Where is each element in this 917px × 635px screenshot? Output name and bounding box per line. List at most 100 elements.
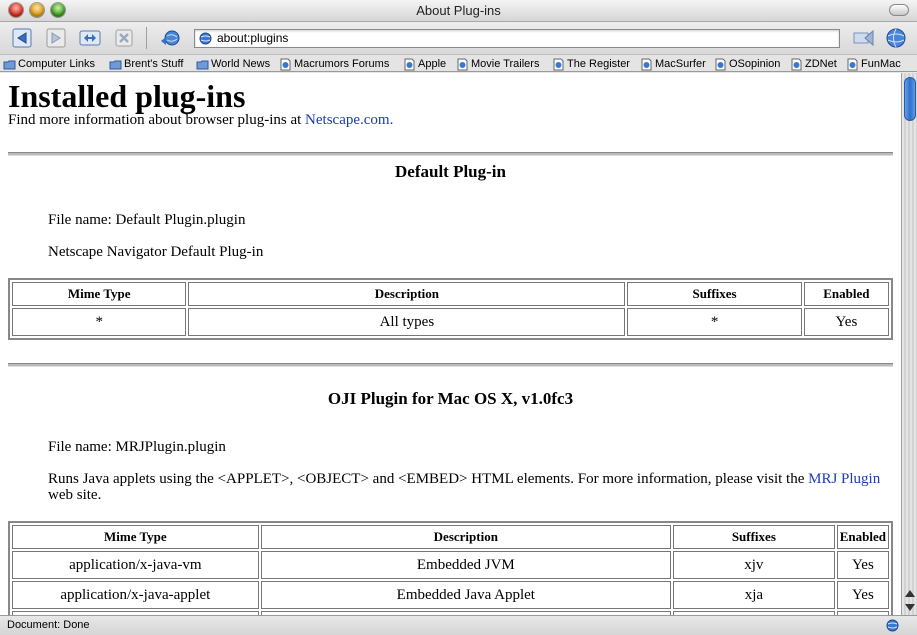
- intro-paragraph: Find more information about browser plug…: [8, 112, 393, 129]
- table-row: application/x-java-vm Embedded JVM xjv Y…: [12, 551, 889, 579]
- table-cell: Yes: [836, 581, 889, 609]
- bookmark-label: Apple: [418, 58, 447, 70]
- table-cell: application/x-java-applet: [12, 581, 259, 609]
- status-text: Document: Done: [7, 619, 90, 631]
- toolbar-separator: [146, 27, 147, 49]
- horizontal-rule: [8, 363, 893, 367]
- activity-throbber: [884, 26, 908, 50]
- table-header-row: Mime Type Description Suffixes Enabled: [12, 282, 889, 306]
- bookmark-item[interactable]: ZDNet: [790, 56, 837, 71]
- bookmark-item[interactable]: Computer Links: [3, 56, 96, 71]
- page-icon: [641, 58, 652, 70]
- column-header: Suffixes: [672, 525, 835, 549]
- bookmark-item[interactable]: Macrumors Forums: [279, 56, 390, 71]
- bookmark-item[interactable]: World News: [196, 56, 271, 71]
- table-cell: xja: [672, 581, 835, 609]
- forward-arrow-icon: [46, 28, 66, 48]
- page-icon: [404, 58, 415, 70]
- scroll-down-arrow-icon[interactable]: [905, 604, 915, 611]
- plugin-file-name: File name: MRJPlugin.plugin: [48, 439, 226, 455]
- plugin-file-name: File name: Default Plugin.plugin: [48, 212, 246, 228]
- back-button[interactable]: [10, 26, 34, 50]
- page-icon: [791, 58, 802, 70]
- table-cell: *: [627, 308, 802, 336]
- go-button[interactable]: [852, 26, 876, 50]
- mrj-plugin-link[interactable]: MRJ Plugin: [808, 471, 880, 487]
- back-arrow-icon: [12, 28, 32, 48]
- bookmark-label: Macrumors Forums: [294, 58, 390, 70]
- table-cell: Yes: [836, 551, 889, 579]
- bookmark-label: Brent's Stuff: [124, 58, 184, 70]
- url-text: about:plugins: [217, 31, 289, 45]
- status-bar: Document: Done: [0, 615, 917, 635]
- bookmark-item[interactable]: OSopinion: [714, 56, 781, 71]
- column-header: Mime Type: [12, 282, 187, 306]
- mime-type-table: Mime Type Description Suffixes Enabled *…: [8, 278, 893, 340]
- toolbar: about:plugins: [0, 22, 917, 54]
- page-globe-icon: [199, 32, 212, 45]
- plugin-description: Netscape Navigator Default Plug-in: [48, 244, 264, 260]
- page-icon: [553, 58, 564, 70]
- netscape-link[interactable]: Netscape.com.: [305, 112, 393, 128]
- column-header: Enabled: [836, 525, 889, 549]
- url-field[interactable]: about:plugins: [194, 29, 840, 48]
- table-cell: *: [12, 308, 187, 336]
- table-row: * All types * Yes: [12, 308, 889, 336]
- bookmark-label: ZDNet: [805, 58, 837, 70]
- bookmark-label: MacSurfer: [655, 58, 706, 70]
- column-header: Enabled: [803, 282, 889, 306]
- page-icon: [280, 58, 291, 70]
- table-cell: Yes: [803, 308, 889, 336]
- bookmark-item[interactable]: MacSurfer: [640, 56, 706, 71]
- table-header-row: Mime Type Description Suffixes Enabled: [12, 525, 889, 549]
- page-heading: Installed plug-ins: [8, 78, 246, 114]
- table-cell: Embedded Java Applet: [260, 581, 671, 609]
- security-globe-icon: [886, 619, 899, 632]
- bookmark-label: Movie Trailers: [471, 58, 540, 70]
- column-header: Description: [260, 525, 671, 549]
- bookmark-item[interactable]: Movie Trailers: [456, 56, 540, 71]
- forward-button[interactable]: [44, 26, 68, 50]
- plugin-description-text: Runs Java applets using the <APPLET>, <O…: [48, 471, 809, 487]
- intro-text: Find more information about browser plug…: [8, 112, 306, 128]
- horizontal-rule: [8, 152, 893, 156]
- bookmark-item[interactable]: Brent's Stuff: [109, 56, 184, 71]
- folder-icon: [3, 60, 16, 69]
- plugin-description-tail: web site.: [48, 487, 102, 503]
- window-title: About Plug-ins: [416, 3, 501, 18]
- scroll-up-arrow-icon[interactable]: [905, 590, 915, 597]
- bookmark-label: The Register: [567, 58, 630, 70]
- table-cell: xjv: [672, 551, 835, 579]
- go-arrow-icon: [853, 29, 874, 47]
- bookmarks-bar: Computer Links Brent's Stuff World News …: [0, 54, 917, 72]
- title-bar: About Plug-ins: [0, 0, 917, 22]
- vertical-scrollbar[interactable]: [901, 73, 917, 615]
- table-cell: Embedded JVM: [260, 551, 671, 579]
- mime-type-table: Mime Type Description Suffixes Enabled a…: [8, 521, 893, 615]
- reload-icon: [79, 30, 101, 46]
- bookmark-label: OSopinion: [729, 58, 781, 70]
- throbber-globe-icon: [886, 28, 906, 48]
- plugin-name: OJI Plugin for Mac OS X, v1.0fc3: [327, 389, 574, 408]
- page-content: Installed plug-ins Find more information…: [0, 73, 901, 615]
- toolbar-toggle-button[interactable]: [889, 4, 909, 16]
- home-globe-icon: [161, 30, 180, 46]
- page-icon: [457, 58, 468, 70]
- scrollbar-thumb[interactable]: [904, 77, 916, 121]
- home-button[interactable]: [158, 26, 182, 50]
- stop-button[interactable]: [112, 26, 136, 50]
- bookmark-label: Computer Links: [18, 58, 96, 70]
- plugin-description: Runs Java applets using the <APPLET>, <O…: [48, 471, 888, 503]
- page-icon: [847, 58, 858, 70]
- bookmark-label: World News: [211, 58, 271, 70]
- table-cell: All types: [188, 308, 626, 336]
- column-header: Mime Type: [12, 525, 259, 549]
- reload-button[interactable]: [78, 26, 102, 50]
- folder-icon: [196, 60, 209, 69]
- page-icon: [715, 58, 726, 70]
- bookmark-item[interactable]: Apple: [403, 56, 447, 71]
- table-cell: application/x-java-vm: [12, 551, 259, 579]
- bookmark-item[interactable]: FunMac: [846, 56, 901, 71]
- bookmark-item[interactable]: The Register: [552, 56, 630, 71]
- column-header: Description: [188, 282, 626, 306]
